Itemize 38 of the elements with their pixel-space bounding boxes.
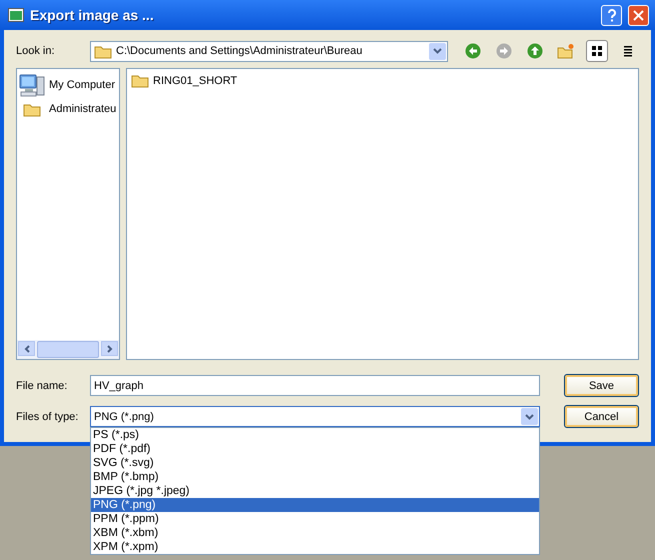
file-type-option[interactable]: PS (*.ps) [91, 428, 539, 442]
close-button[interactable] [628, 4, 649, 26]
help-button[interactable] [601, 4, 622, 26]
file-name-label: File name: [16, 380, 68, 392]
file-type-option[interactable]: PPM (*.ppm) [91, 512, 539, 526]
computer-icon [19, 73, 45, 97]
toolbar-button[interactable] [586, 40, 608, 62]
look-in-label: Look in: [16, 45, 56, 57]
chevron-down-icon [433, 48, 442, 54]
window-title: Export image as ... [30, 7, 155, 23]
chevron-down-icon [525, 414, 534, 420]
folder-icon [94, 44, 112, 58]
file-type-option[interactable]: XPM (*.xpm) [91, 540, 539, 554]
file-type-option[interactable]: PNG (*.png) [91, 498, 539, 512]
sidebar-item[interactable]: My Computer [49, 79, 116, 91]
question-mark-icon [606, 8, 616, 22]
icon-view-icon[interactable] [591, 45, 603, 57]
file-type-option[interactable]: XBM (*.xbm) [91, 526, 539, 540]
file-type-dropdown[interactable]: PNG (*.png) [90, 406, 540, 427]
file-item[interactable]: RING01_SHORT [153, 74, 238, 86]
horizontal-scrollbar[interactable] [17, 340, 119, 359]
look-in-dropdown[interactable]: C:\Documents and Settings\Administrateur\Bureau [90, 40, 448, 62]
list-view-icon[interactable] [622, 45, 634, 57]
close-icon [633, 10, 644, 20]
dropdown-button[interactable] [429, 42, 446, 60]
file-type-option[interactable]: PDF (*.pdf) [91, 442, 539, 456]
save-button[interactable]: Save [564, 374, 639, 397]
file-name-field[interactable]: HV_graph [90, 375, 540, 396]
file-type-label: Files of type: [16, 410, 80, 422]
picture-icon [8, 8, 24, 22]
folder-icon [23, 102, 41, 116]
dropdown-button[interactable] [521, 408, 538, 425]
sidebar-item[interactable]: Administrateu [49, 103, 116, 115]
cancel-button[interactable]: Cancel [564, 405, 639, 428]
file-type-option[interactable]: JPEG (*.jpg *.jpeg) [91, 484, 539, 498]
folder-icon [131, 73, 149, 88]
file-type-option[interactable]: BMP (*.bmp) [91, 470, 539, 484]
file-type-option[interactable]: SVG (*.svg) [91, 456, 539, 470]
